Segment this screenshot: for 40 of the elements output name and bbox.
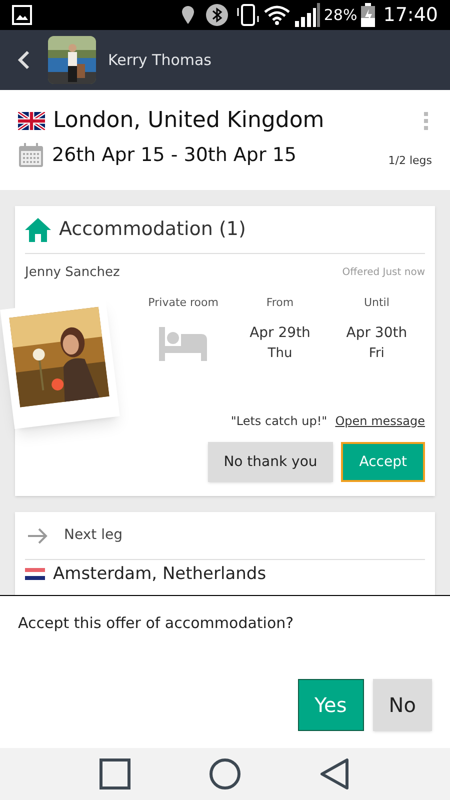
city-title: London, United Kingdom [53,107,324,135]
image-icon [12,5,32,25]
contact-name: Kerry Thomas [108,50,212,71]
battery-charging-icon [361,3,376,27]
calendar-icon [18,142,44,168]
signal-icon [294,3,320,27]
dialog-question: Accept this offer of accommodation? [18,613,295,634]
date-value: Apr 29th [250,324,310,343]
clock: 17:40 [383,2,438,28]
open-message-link[interactable]: Open message [335,412,425,430]
trip-dates: 26th Apr 15 - 30th Apr 15 [52,143,297,168]
arrow-right-icon [28,528,48,544]
room-type: Private room [148,294,218,310]
next-city-title: Amsterdam, Netherlands [53,563,266,585]
bluetooth-icon [206,4,228,26]
home-button-icon[interactable] [209,758,241,790]
flag-icon [18,112,45,130]
location-icon [182,6,194,24]
date-label: Until [364,294,390,310]
decline-button[interactable]: No thank you [208,442,334,482]
next-leg-label: Next leg [64,526,122,545]
date-label: From [266,294,294,310]
section-title: Accommodation (1) [59,217,246,242]
weekday: Fri [368,345,384,363]
back-icon [18,50,30,70]
home-icon [25,218,51,242]
bed-icon [159,327,208,361]
offered-time: Offered Just now [342,266,425,280]
legs-count: 1/2 legs [388,153,432,169]
vibrate-icon [236,4,260,26]
wifi-icon [264,5,290,25]
battery-percent: 28% [324,4,358,26]
flag-icon [25,568,45,580]
back-nav-icon[interactable] [319,758,351,790]
recent-apps-icon[interactable] [99,758,131,790]
weekday: Thu [268,345,292,363]
date-value: Apr 30th [346,324,408,343]
offer-message: "Lets catch up!" [230,412,328,430]
decline-button[interactable]: No [372,679,432,731]
host-name: Jenny Sanchez [25,264,120,282]
